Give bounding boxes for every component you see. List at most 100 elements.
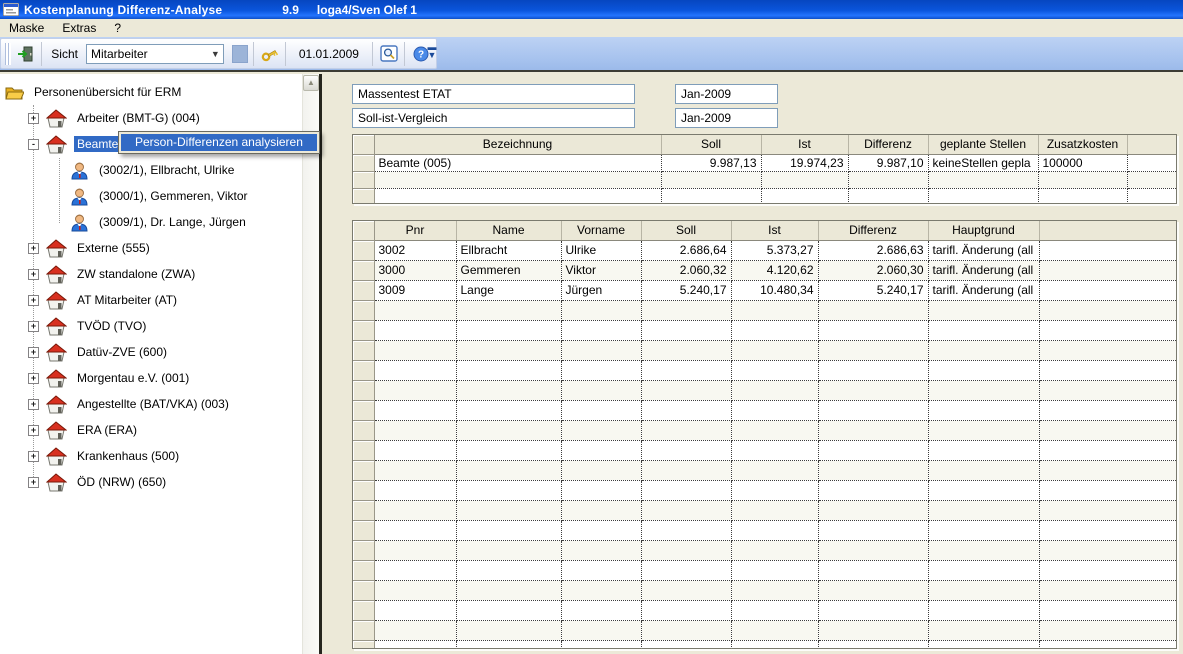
expand-icon[interactable]: + [28, 451, 39, 462]
col-geplante-stellen[interactable]: geplante Stellen [928, 135, 1038, 154]
house-icon [46, 109, 67, 128]
chevron-down-icon[interactable]: ▼ [207, 45, 223, 63]
menu-extras[interactable]: Extras [53, 20, 105, 36]
house-icon [46, 291, 67, 310]
tree-person-lange[interactable]: (3009/1), Dr. Lange, Jürgen [0, 209, 319, 235]
key-button[interactable] [258, 42, 280, 66]
period-from-field[interactable] [675, 84, 778, 104]
row-selector[interactable] [353, 280, 374, 300]
empty-row [353, 580, 1177, 600]
title-bar: Kostenplanung Differenz-Analyse 9.9 loga… [0, 0, 1183, 19]
cell-differenz: 2.060,30 [818, 260, 928, 280]
tree-scrollbar[interactable]: ▲ [302, 74, 319, 654]
tree-item-datuev-zve[interactable]: + Datüv-ZVE (600) [0, 339, 319, 365]
empty-row [353, 188, 1177, 204]
tree-person-label: (3000/1), Gemmeren, Viktor [96, 188, 251, 204]
empty-row [353, 380, 1177, 400]
cell-soll: 2.686,64 [641, 240, 731, 260]
summary-row-beamte[interactable]: Beamte (005) 9.987,13 19.974,23 9.987,10… [353, 154, 1177, 171]
app-window: Kostenplanung Differenz-Analyse 9.9 loga… [0, 0, 1183, 654]
summary-table: Bezeichnung Soll Ist Differenz geplante … [352, 134, 1177, 204]
detail-row-3009[interactable]: 3009 Lange Jürgen 5.240,17 10.480,34 5.2… [353, 280, 1177, 300]
exit-button[interactable] [15, 42, 37, 66]
detail-row-3002[interactable]: 3002 Ellbracht Ulrike 2.686,64 5.373,27 … [353, 240, 1177, 260]
expand-icon[interactable]: + [28, 321, 39, 332]
preview-button[interactable] [378, 42, 400, 66]
collapse-icon[interactable]: - [28, 139, 39, 150]
tree-item-tvoed[interactable]: + TVÖD (TVO) [0, 313, 319, 339]
col-vorname[interactable]: Vorname [561, 221, 641, 240]
context-menu: Person-Differenzen analysieren [118, 131, 320, 154]
empty-row [353, 320, 1177, 340]
expand-icon[interactable]: + [28, 347, 39, 358]
period-to-field[interactable] [675, 108, 778, 128]
col-name[interactable]: Name [456, 221, 561, 240]
cell-pnr: 3002 [374, 240, 456, 260]
tree-item-era[interactable]: + ERA (ERA) [0, 417, 319, 443]
house-icon [46, 343, 67, 362]
expand-icon[interactable]: + [28, 373, 39, 384]
cell-zusatzkosten: 100000 [1038, 154, 1127, 171]
cell-hauptgrund: tarifl. Änderung (all [928, 280, 1039, 300]
tree-person-ellbracht[interactable]: (3002/1), Ellbracht, Ulrike [0, 157, 319, 183]
tree-item-arbeiter[interactable]: + Arbeiter (BMT-G) (004) [0, 105, 319, 131]
context-menu-item-analyze[interactable]: Person-Differenzen analysieren [121, 134, 317, 151]
toolbar-grip[interactable] [5, 43, 11, 65]
row-selector[interactable] [353, 154, 374, 171]
logged-in-user: loga4/Sven Olef 1 [317, 3, 417, 17]
row-selector[interactable] [353, 240, 374, 260]
col-soll[interactable]: Soll [641, 221, 731, 240]
expand-icon[interactable]: + [28, 425, 39, 436]
empty-row [353, 500, 1177, 520]
tree-item-morgentau[interactable]: + Morgentau e.V. (001) [0, 365, 319, 391]
reference-date[interactable]: 01.01.2009 [291, 47, 367, 61]
toolbar-overflow-chevron[interactable]: ▬▼ [426, 43, 438, 65]
tree-item-label: Arbeiter (BMT-G) (004) [74, 110, 203, 126]
menu-maske[interactable]: Maske [0, 20, 53, 36]
col-ist[interactable]: Ist [731, 221, 818, 240]
col-zusatzkosten[interactable]: Zusatzkosten [1038, 135, 1127, 154]
col-bezeichnung[interactable]: Bezeichnung [374, 135, 661, 154]
house-icon [46, 369, 67, 388]
disabled-tool-button[interactable] [232, 45, 247, 63]
comparison-type-field[interactable] [352, 108, 635, 128]
expand-icon[interactable]: + [28, 269, 39, 280]
empty-row [353, 171, 1177, 188]
empty-row [353, 520, 1177, 540]
row-selector[interactable] [353, 260, 374, 280]
expand-icon[interactable]: + [28, 399, 39, 410]
detail-row-3000[interactable]: 3000 Gemmeren Viktor 2.060,32 4.120,62 2… [353, 260, 1177, 280]
cell-hauptgrund: tarifl. Änderung (all [928, 260, 1039, 280]
tree-item-zw-standalone[interactable]: + ZW standalone (ZWA) [0, 261, 319, 287]
menu-help[interactable]: ? [105, 20, 130, 36]
svg-text:?: ? [418, 49, 424, 60]
col-differenz[interactable]: Differenz [848, 135, 928, 154]
scroll-up-icon[interactable]: ▲ [303, 75, 319, 91]
tree-item-oed-nrw[interactable]: + ÖD (NRW) (650) [0, 469, 319, 495]
tree-item-root[interactable]: Personenübersicht für ERM [0, 79, 319, 105]
expand-icon[interactable]: + [28, 295, 39, 306]
col-hauptgrund[interactable]: Hauptgrund [928, 221, 1039, 240]
tree-item-externe[interactable]: + Externe (555) [0, 235, 319, 261]
view-combobox[interactable]: Mitarbeiter ▼ [86, 44, 224, 64]
col-pnr[interactable]: Pnr [374, 221, 456, 240]
empty-row [353, 640, 1177, 649]
house-icon [46, 395, 67, 414]
toolbar-separator [41, 42, 42, 66]
sicht-label: Sicht [51, 47, 78, 61]
empty-row [353, 480, 1177, 500]
col-differenz[interactable]: Differenz [818, 221, 928, 240]
cell-name: Lange [456, 280, 561, 300]
expand-icon[interactable]: + [28, 243, 39, 254]
expand-icon[interactable]: + [28, 477, 39, 488]
expand-icon[interactable]: + [28, 113, 39, 124]
tree-item-label: TVÖD (TVO) [74, 318, 149, 334]
plan-name-field[interactable] [352, 84, 635, 104]
tree-person-gemmeren[interactable]: (3000/1), Gemmeren, Viktor [0, 183, 319, 209]
col-ist[interactable]: Ist [761, 135, 848, 154]
tree-item-krankenhaus[interactable]: + Krankenhaus (500) [0, 443, 319, 469]
tree-item-at-mitarbeiter[interactable]: + AT Mitarbeiter (AT) [0, 287, 319, 313]
col-soll[interactable]: Soll [661, 135, 761, 154]
tree-item-angestellte[interactable]: + Angestellte (BAT/VKA) (003) [0, 391, 319, 417]
empty-row [353, 360, 1177, 380]
